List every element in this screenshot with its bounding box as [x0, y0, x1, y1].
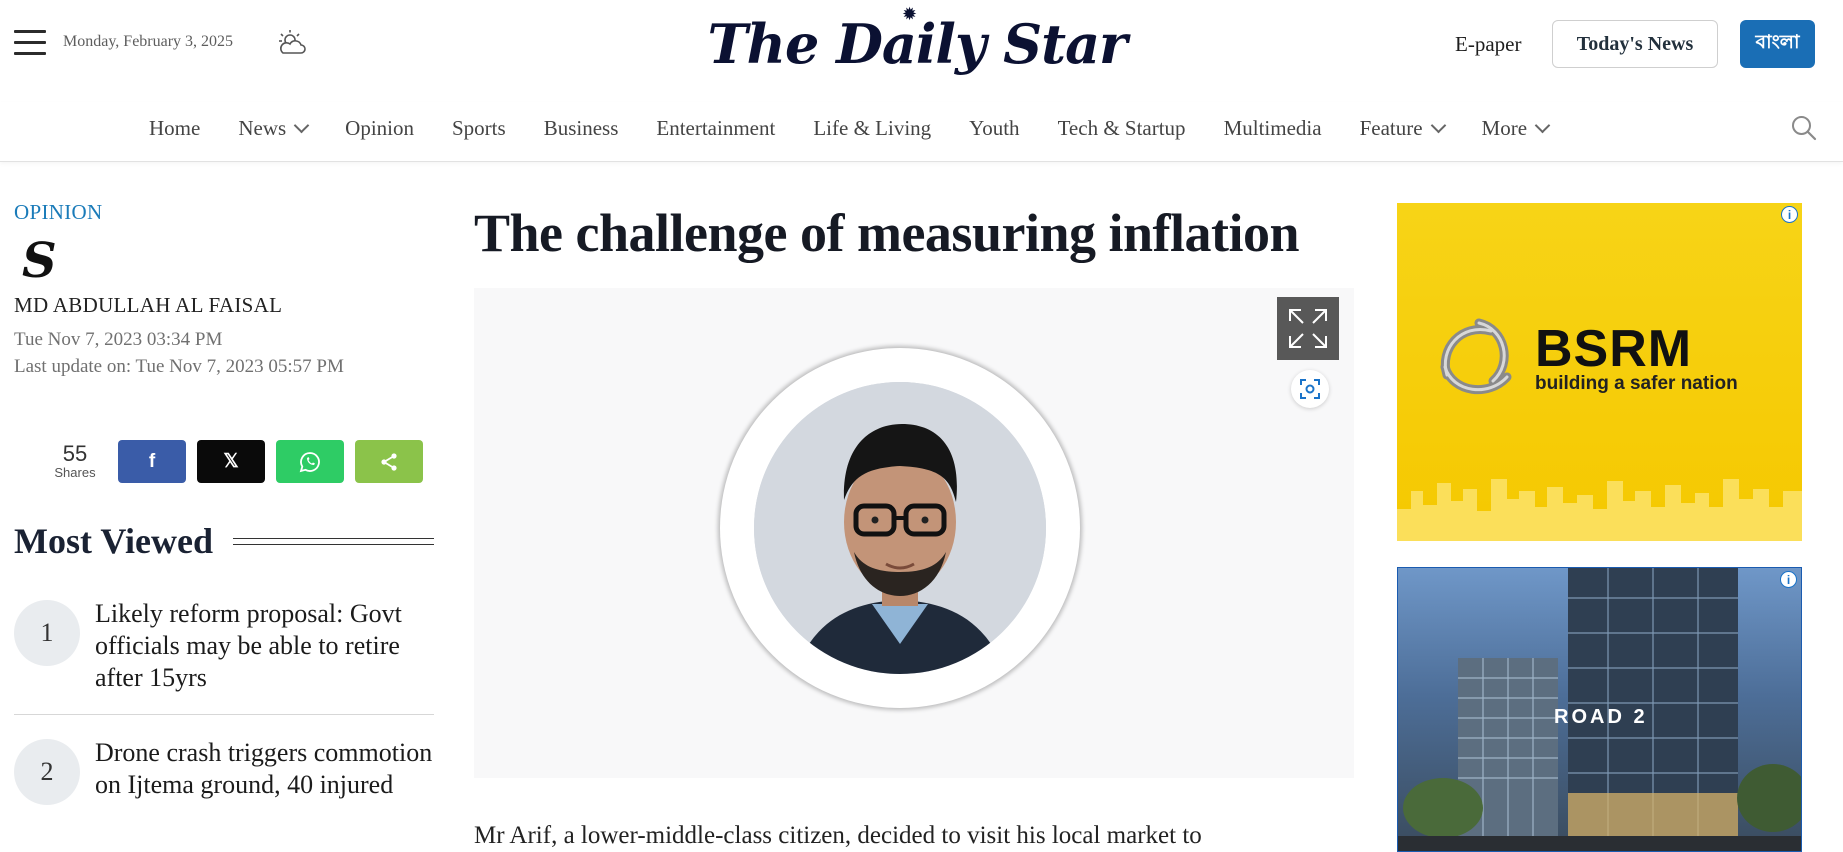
nav-item-feature[interactable]: Feature [1359, 116, 1446, 141]
share-bar: 55 Shares f 𝕏 [50, 440, 434, 483]
x-share-button[interactable]: 𝕏 [197, 440, 265, 483]
nav-item-opinion[interactable]: Opinion [345, 116, 414, 141]
search-icon[interactable] [1790, 114, 1818, 142]
nav-item-label: Feature [1359, 116, 1423, 140]
author-portrait [720, 348, 1080, 708]
nav-item-label: Home [149, 116, 201, 140]
nav-item-tech-startup[interactable]: Tech & Startup [1058, 116, 1186, 141]
nav-item-label: Life & Living [813, 116, 932, 140]
nav-item-sports[interactable]: Sports [452, 116, 506, 141]
facebook-share-button[interactable]: f [118, 440, 186, 483]
nav-items: Home News Opinion Sports Business Entertainme… [149, 116, 1586, 141]
bsrm-advertisement[interactable]: i BSRM building a safer nation [1397, 203, 1802, 541]
menu-icon[interactable] [14, 30, 46, 56]
bsrm-logo-icon [1440, 318, 1512, 395]
published-time: Tue Nov 7, 2023 03:34 PM [14, 329, 223, 350]
most-viewed-headline[interactable]: Drone crash triggers commotion on Ijtema… [95, 737, 434, 805]
nav-item-news[interactable]: News [238, 116, 310, 141]
chevron-down-icon [293, 117, 310, 134]
epaper-link[interactable]: E-paper [1455, 32, 1521, 57]
main-nav: Home News Opinion Sports Business Entertainme… [0, 102, 1843, 162]
nav-item-multimedia[interactable]: Multimedia [1224, 116, 1322, 141]
article-image[interactable] [474, 288, 1354, 778]
publish-date: Tue Nov 7, 2023 03:34 PM Last update on:… [14, 326, 434, 380]
left-column: OPINION S MD ABDULLAH AL FAISAL Tue Nov … [14, 200, 434, 805]
whatsapp-icon [299, 451, 320, 472]
nav-item-label: Entertainment [656, 116, 776, 140]
nav-item-label: More [1481, 116, 1528, 140]
image-search-button[interactable] [1291, 370, 1329, 408]
article-headline: The challenge of measuring inflation [474, 203, 1300, 263]
rank-badge: 1 [14, 600, 80, 666]
lens-scan-icon [1300, 379, 1320, 399]
most-viewed-header: Most Viewed [14, 520, 434, 562]
share-count: 55 Shares [50, 441, 100, 481]
most-viewed-list: 1 Likely reform proposal: Govt officials… [14, 598, 434, 847]
nav-item-home[interactable]: Home [149, 116, 200, 141]
bangla-button[interactable]: বাংলা [1740, 20, 1815, 68]
author-name[interactable]: MD ABDULLAH AL FAISAL [14, 293, 434, 318]
person-illustration [754, 382, 1046, 674]
author-avatar: S [22, 233, 57, 289]
site-logo[interactable]: The Daily Star ✹ [708, 0, 1128, 88]
nav-item-business[interactable]: Business [544, 116, 619, 141]
nav-item-label: Multimedia [1223, 116, 1322, 140]
nav-item-life-living[interactable]: Life & Living [813, 116, 931, 141]
article-body: Mr Arif, a lower-middle-class citizen, d… [474, 822, 1202, 849]
current-date: Monday, February 3, 2025 [63, 33, 234, 50]
category-label[interactable]: OPINION [14, 200, 434, 225]
ad-caption: ROAD 2 [1554, 706, 1648, 728]
most-viewed-headline[interactable]: Likely reform proposal: Govt officials m… [95, 598, 434, 694]
most-viewed-item[interactable]: 2 Drone crash triggers commotion on Ijte… [14, 737, 434, 825]
ad-info-icon[interactable]: i [1781, 206, 1798, 223]
most-viewed-title: Most Viewed [14, 521, 213, 561]
nav-item-label: Opinion [345, 116, 414, 140]
share-count-label: Shares [54, 465, 96, 480]
updated-time: Last update on: Tue Nov 7, 2023 05:57 PM [14, 356, 344, 377]
weather-icon [279, 30, 306, 54]
share-count-number: 55 [62, 441, 88, 466]
nav-item-label: Sports [452, 116, 506, 140]
nav-item-youth[interactable]: Youth [969, 116, 1019, 141]
share-icon [381, 452, 397, 471]
most-viewed-item[interactable]: 1 Likely reform proposal: Govt officials… [14, 598, 434, 715]
whatsapp-share-button[interactable] [276, 440, 344, 483]
todays-news-button[interactable]: Today's News [1552, 20, 1718, 68]
logo-sun-icon: ✹ [902, 4, 918, 25]
share-button[interactable] [355, 440, 423, 483]
chevron-down-icon [1534, 117, 1551, 134]
nav-item-label: Tech & Startup [1057, 116, 1186, 140]
road2-advertisement[interactable]: i ROAD 2 [1397, 567, 1802, 852]
section-divider [232, 537, 434, 545]
nav-item-more[interactable]: More [1481, 116, 1551, 141]
ad-brand-name: BSRM [1535, 320, 1693, 378]
x-icon: 𝕏 [223, 451, 239, 472]
facebook-icon: f [148, 450, 156, 472]
expand-icon [1289, 309, 1327, 348]
chevron-down-icon [1430, 117, 1446, 134]
top-header: Monday, February 3, 2025 The Daily Star … [0, 0, 1843, 88]
fullscreen-button[interactable] [1277, 297, 1339, 360]
nav-item-label: Youth [969, 116, 1020, 140]
nav-item-label: Business [543, 116, 619, 140]
city-skyline-illustration [1397, 479, 1802, 541]
nav-item-label: News [238, 116, 287, 140]
portrait-photo [754, 382, 1046, 674]
ad-tagline: building a safer nation [1535, 373, 1738, 394]
rank-badge: 2 [14, 739, 80, 805]
nav-item-entertainment[interactable]: Entertainment [656, 116, 775, 141]
